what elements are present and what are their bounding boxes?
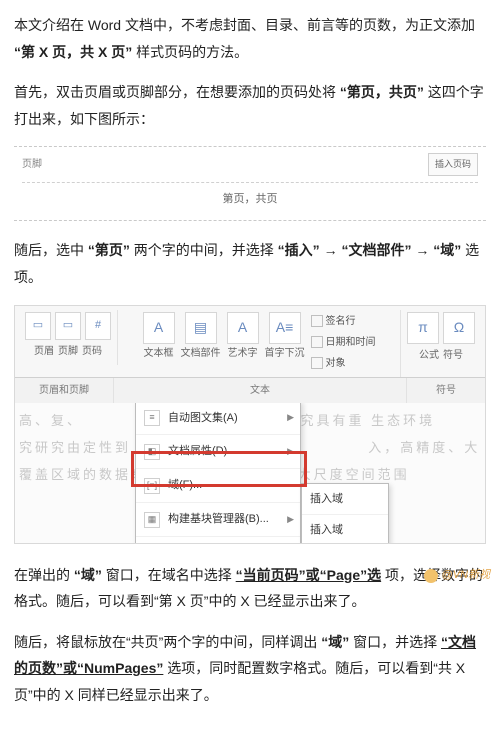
ribbon-label[interactable]: 签名行	[326, 312, 356, 331]
dropdown-label: 域(F)...	[168, 475, 202, 496]
chevron-right-icon: ▶	[287, 409, 294, 426]
dropdown-item-save-selection[interactable]: ✎ 将所选内容保存到文档部件库(S)...	[136, 537, 300, 542]
wordart-icon[interactable]: A	[227, 312, 259, 344]
figure-ribbon-screenshot: ▭ ▭ # 页眉 页脚 页码 A 文本框 ▤ 文档部件	[14, 305, 486, 544]
figure1-center-text: 第页，共页	[22, 189, 478, 210]
text: 两个字的中间，并选择	[134, 242, 274, 258]
document-parts-icon[interactable]: ▤	[185, 312, 217, 344]
chevron-right-icon: ▶	[287, 511, 294, 528]
arrow: →	[324, 242, 338, 258]
symbol-icon[interactable]: Ω	[443, 312, 475, 344]
insert-page-number-badge: 插入页码	[428, 153, 478, 176]
bold-text: “插入”	[278, 242, 320, 258]
field-submenu: 插入域 插入域	[301, 483, 389, 543]
bold-text: “第页”	[88, 242, 130, 258]
date-time-icon[interactable]	[311, 336, 323, 348]
ribbon-group-header-footer: ▭ ▭ # 页眉 页脚 页码	[19, 310, 118, 365]
signature-line-icon[interactable]	[311, 315, 323, 327]
dropdown-item-building-blocks[interactable]: ▦ 构建基块管理器(B)... ▶	[136, 503, 300, 537]
textbox-icon[interactable]: A	[143, 312, 175, 344]
step4-paragraph: 随后，将鼠标放在“共页”两个字的中间，同样调出 “域” 窗口，并选择 “文档的页…	[14, 629, 486, 709]
arrow: →	[415, 242, 429, 258]
text: 窗口，在域名中选择	[106, 567, 232, 583]
bold-text: “域”	[321, 634, 349, 650]
submenu-item[interactable]: 插入域	[302, 515, 388, 542]
text: 随后，选中	[14, 242, 84, 258]
ribbon-label[interactable]: 符号	[443, 346, 463, 365]
ribbon-label[interactable]: 艺术字	[228, 344, 258, 363]
bold-text: “第 X 页，共 X 页”	[14, 44, 132, 60]
text: 随后，将鼠标放在“共页”两个字的中间，同样调出	[14, 634, 317, 650]
watermark: @VN新视	[424, 565, 490, 586]
text: 本文介绍在 Word 文档中，不考虑封面、目录、前言等的页数，为正文添加	[14, 17, 475, 33]
equation-icon[interactable]: π	[407, 312, 439, 344]
dropdown-item-autotext[interactable]: ≡ 自动图文集(A) ▶	[136, 403, 300, 436]
page-number-icon[interactable]: #	[85, 312, 111, 340]
ribbon-label[interactable]: 文档部件	[181, 344, 221, 363]
submenu-label: 插入域	[310, 489, 343, 510]
figure-header-footer: 页脚 插入页码 第页，共页	[14, 146, 486, 221]
bold-text: “域”	[433, 242, 461, 258]
ribbon-label[interactable]: 页脚	[58, 342, 78, 361]
group-name: 文本	[114, 378, 407, 403]
text: 窗口，并选择	[353, 634, 437, 650]
dropdown-label: 文档属性(D)	[168, 441, 227, 462]
ribbon-label[interactable]: 页码	[82, 342, 102, 361]
dropdown-label: 自动图文集(A)	[168, 408, 238, 429]
group-name: 符号	[407, 378, 485, 403]
building-block-icon: ▦	[144, 512, 160, 528]
ribbon-label[interactable]: 页眉	[34, 342, 54, 361]
submenu-label: 插入域	[310, 520, 343, 541]
dropdown-item-field[interactable]: [=] 域(F)...	[136, 469, 300, 503]
object-icon[interactable]	[311, 357, 323, 369]
dropdown-label: 构建基块管理器(B)...	[168, 509, 269, 530]
text: 样式页码的方法。	[136, 44, 248, 60]
text: 首先，双击页眉或页脚部分，在想要添加的页码处将	[14, 84, 336, 100]
step2-paragraph: 随后，选中 “第页” 两个字的中间，并选择 “插入” → “文档部件” → “域…	[14, 237, 486, 290]
bold-text: “第页，共页”	[340, 84, 424, 100]
ribbon-label[interactable]: 文本框	[144, 344, 174, 363]
bold-text: “域”	[74, 567, 102, 583]
watermark-icon	[424, 569, 438, 583]
ribbon-label[interactable]: 日期和时间	[326, 333, 376, 352]
text: 在弹出的	[14, 567, 70, 583]
ribbon-label[interactable]: 首字下沉	[265, 344, 305, 363]
ribbon-side-stack: 签名行 日期和时间 对象	[311, 312, 376, 373]
bold-text: “文档部件”	[341, 242, 411, 258]
chevron-right-icon: ▶	[287, 443, 294, 460]
ribbon-label[interactable]: 对象	[326, 354, 346, 373]
bold-underline-text: “当前页码”或“Page”选	[236, 567, 381, 583]
dropcap-icon[interactable]: A≡	[269, 312, 301, 344]
field-icon: [=]	[144, 478, 160, 494]
document-body-area: 高、复、 相天研究具有重 生态环境 究研究由定性到 推动作用 入，高精度、大覆盖…	[15, 403, 485, 543]
footer-icon[interactable]: ▭	[55, 312, 81, 340]
header-icon[interactable]: ▭	[25, 312, 51, 340]
ribbon: ▭ ▭ # 页眉 页脚 页码 A 文本框 ▤ 文档部件	[15, 306, 485, 378]
dropdown-item-doc-property[interactable]: ◧ 文档属性(D) ▶	[136, 435, 300, 469]
document-parts-dropdown: ≡ 自动图文集(A) ▶ ◧ 文档属性(D) ▶ [=] 域(F)... ▦ 构…	[135, 403, 301, 543]
group-name: 页眉和页脚	[15, 378, 114, 403]
footer-label: 页脚	[22, 155, 42, 174]
step3-paragraph: 在弹出的 “域” 窗口，在域名中选择 “当前页码”或“Page”选 项，选择数字…	[14, 562, 486, 615]
figure1-top-row: 页脚 插入页码	[22, 153, 478, 183]
autotext-icon: ≡	[144, 410, 160, 426]
intro-paragraph: 本文介绍在 Word 文档中，不考虑封面、目录、前言等的页数，为正文添加 “第 …	[14, 12, 486, 65]
ribbon-label[interactable]: 公式	[419, 346, 439, 365]
step1-paragraph: 首先，双击页眉或页脚部分，在想要添加的页码处将 “第页，共页” 这四个字打出来，…	[14, 79, 486, 132]
ribbon-group-symbols: π Ω 公式 符号	[401, 310, 481, 369]
submenu-item[interactable]: 插入域	[302, 484, 388, 516]
doc-property-icon: ◧	[144, 444, 160, 460]
watermark-text: @VN新视	[442, 565, 490, 586]
ribbon-group-names: 页眉和页脚 文本 符号	[15, 378, 485, 403]
ribbon-group-text: A 文本框 ▤ 文档部件 A 艺术字 A≡ 首字下沉 签名行 日期和时间	[118, 310, 401, 377]
